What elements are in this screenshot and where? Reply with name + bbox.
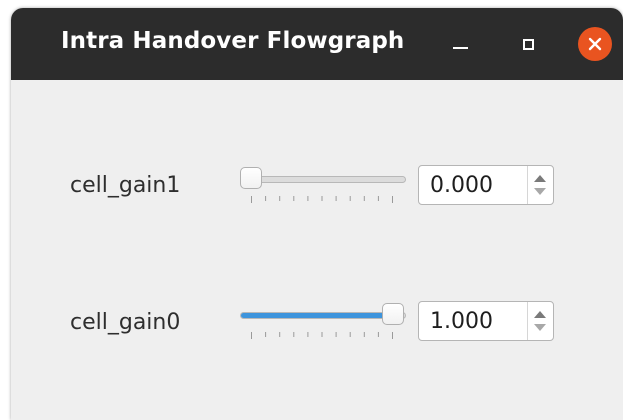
cell-gain0-value[interactable]: 1.000 xyxy=(430,309,493,334)
cell-gain0-slider[interactable] xyxy=(240,300,406,340)
slider-groove xyxy=(240,176,406,183)
cell-gain0-label: cell_gain0 xyxy=(70,310,181,335)
slider-fill xyxy=(241,313,394,318)
title-bar[interactable]: Intra Handover Flowgraph xyxy=(11,8,623,80)
window-title: Intra Handover Flowgraph xyxy=(61,28,405,54)
slider-ticks xyxy=(251,196,393,203)
minimize-button[interactable] xyxy=(442,26,478,62)
cell-gain1-value[interactable]: 0.000 xyxy=(430,173,493,198)
cell-gain1-slider[interactable] xyxy=(240,164,406,204)
maximize-icon xyxy=(522,38,534,50)
slider-handle[interactable] xyxy=(382,303,404,325)
maximize-button[interactable] xyxy=(510,26,546,62)
cell-gain0-spinbox[interactable]: 1.000 xyxy=(418,301,554,341)
chevron-up-icon[interactable] xyxy=(534,175,546,182)
slider-ticks xyxy=(251,332,393,339)
cell-gain1-spinbox[interactable]: 0.000 xyxy=(418,165,554,205)
cell-gain1-label: cell_gain1 xyxy=(70,173,181,198)
app-window: Intra Handover Flowgraph cell_gain1 0.00… xyxy=(11,8,623,420)
spin-buttons xyxy=(527,166,553,204)
minimize-icon xyxy=(452,47,468,49)
close-button[interactable] xyxy=(577,26,613,62)
chevron-up-icon[interactable] xyxy=(534,311,546,318)
slider-handle[interactable] xyxy=(240,167,262,189)
chevron-down-icon[interactable] xyxy=(534,324,546,331)
spin-buttons xyxy=(527,302,553,340)
close-icon xyxy=(578,27,612,61)
chevron-down-icon[interactable] xyxy=(534,188,546,195)
